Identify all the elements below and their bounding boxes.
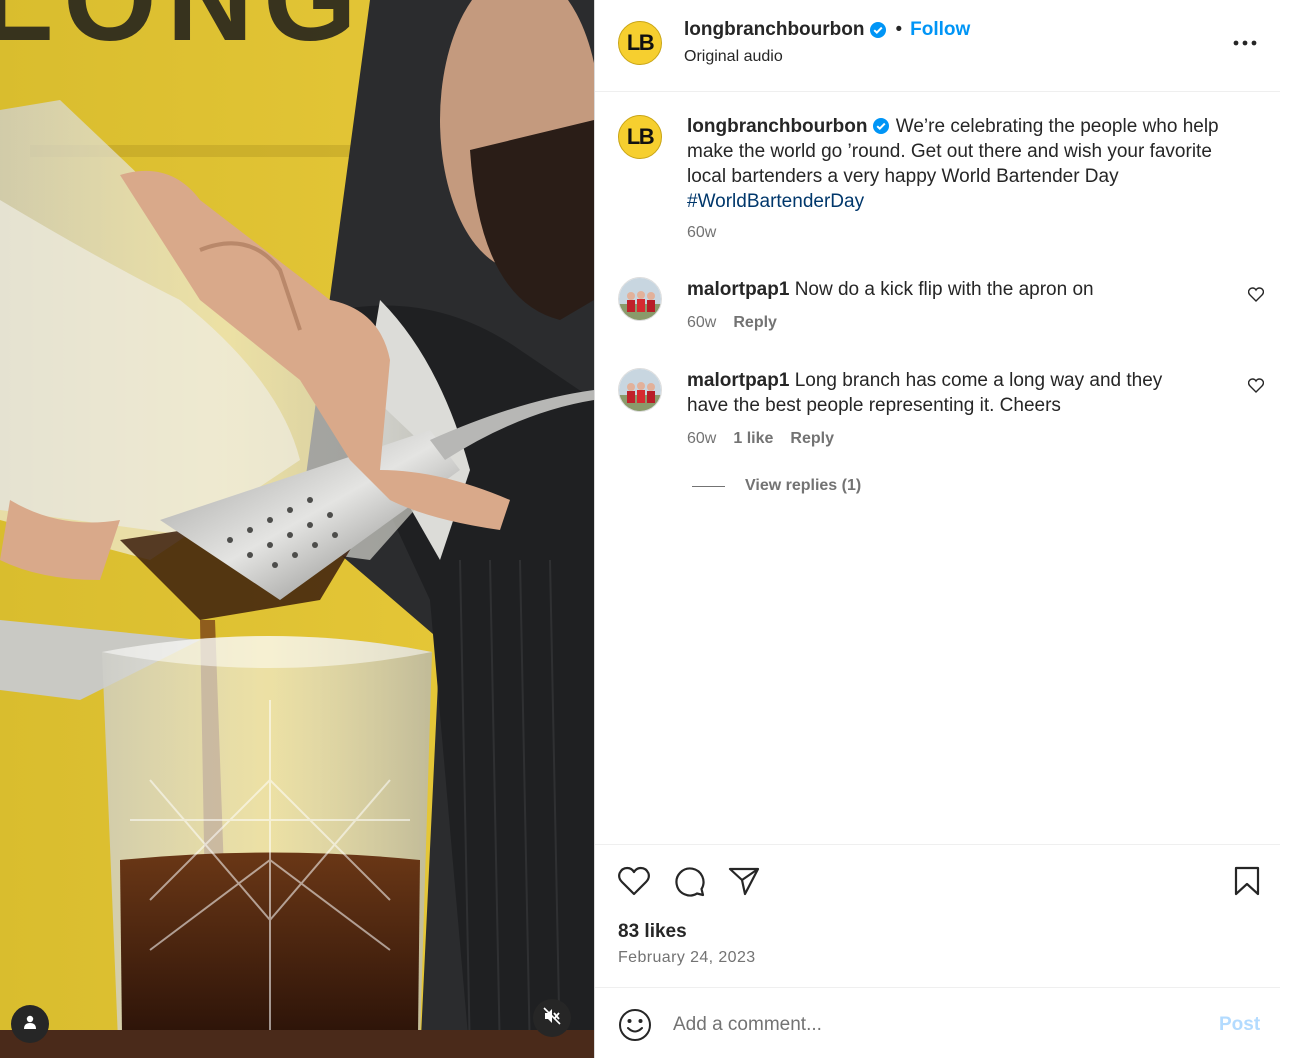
reply-button[interactable]: Reply <box>733 314 777 332</box>
comment-username[interactable]: malortpap1 <box>687 370 789 391</box>
comment-age[interactable]: 60w <box>687 430 716 448</box>
share-icon <box>728 866 760 901</box>
heart-icon <box>618 866 650 901</box>
caption-meta: 60w <box>687 224 716 242</box>
person-icon <box>22 1014 38 1035</box>
post-details-panel: LB longbranchbourbon • Follow Original a… <box>594 0 1280 1058</box>
author-avatar[interactable]: LB <box>618 21 662 65</box>
bookmark-icon <box>1234 866 1260 901</box>
emoji-icon <box>618 1009 652 1046</box>
post-comment-button[interactable]: Post <box>1219 1014 1260 1036</box>
heart-icon <box>1247 378 1265 398</box>
speaker-muted-icon <box>542 1006 562 1031</box>
comment-meta: 60w 1 like Reply <box>687 430 834 448</box>
comment-meta: 60w Reply <box>687 314 777 332</box>
post-media-video[interactable]: LONG <box>0 0 594 1058</box>
more-horizontal-icon <box>1233 33 1257 51</box>
post-actions: 83 likes February 24, 2023 <box>595 844 1280 987</box>
add-comment-bar: Post <box>595 987 1280 1058</box>
caption-text-block: longbranchbourbon We’re celebrating the … <box>687 114 1252 214</box>
comment-text: Now do a kick flip with the apron on <box>794 279 1094 300</box>
comments-section[interactable]: LB longbranchbourbon We’re celebrating t… <box>595 92 1280 844</box>
comment-button[interactable] <box>671 865 707 901</box>
more-options-button[interactable] <box>1231 30 1259 54</box>
view-replies-label: View replies (1) <box>745 477 862 494</box>
comment-like-button[interactable] <box>1246 287 1266 307</box>
heart-icon <box>1247 287 1265 307</box>
like-button[interactable] <box>616 865 652 901</box>
comment-like-button[interactable] <box>1246 378 1266 398</box>
commenter-avatar[interactable] <box>618 368 662 412</box>
comment-likes-count[interactable]: 1 like <box>733 430 773 448</box>
replies-divider-line <box>692 485 725 487</box>
comment-input[interactable] <box>673 1010 1193 1040</box>
caption-username[interactable]: longbranchbourbon <box>687 116 867 137</box>
backdrop-letters: LONG <box>0 0 367 66</box>
video-frame-image: LONG <box>0 0 594 1058</box>
follow-button[interactable]: Follow <box>910 19 970 41</box>
emoji-button[interactable] <box>618 1008 652 1042</box>
reply-button[interactable]: Reply <box>790 430 834 448</box>
author-username[interactable]: longbranchbourbon <box>684 19 864 41</box>
view-replies-button[interactable]: View replies (1) <box>692 477 861 495</box>
share-button[interactable] <box>726 865 762 901</box>
post-date[interactable]: February 24, 2023 <box>618 949 756 967</box>
verified-badge-icon <box>869 21 887 39</box>
caption-age[interactable]: 60w <box>687 224 716 242</box>
verified-badge-icon <box>872 117 890 135</box>
comment-text-block: malortpap1 Now do a kick flip with the a… <box>687 277 1252 302</box>
caption-hashtag[interactable]: #WorldBartenderDay <box>687 191 864 212</box>
save-button[interactable] <box>1229 865 1265 901</box>
comment-username[interactable]: malortpap1 <box>687 279 789 300</box>
tagged-people-button[interactable] <box>11 1005 49 1043</box>
mute-toggle-button[interactable] <box>533 999 571 1037</box>
commenter-avatar[interactable] <box>618 277 662 321</box>
header-user-line: longbranchbourbon • Follow <box>684 19 970 41</box>
comment-text-block: malortpap1 Long branch has come a long w… <box>687 368 1207 418</box>
post-header: LB longbranchbourbon • Follow Original a… <box>595 0 1280 92</box>
likes-count[interactable]: 83 likes <box>618 921 687 943</box>
audio-label[interactable]: Original audio <box>684 48 783 66</box>
caption-author-avatar[interactable]: LB <box>618 115 662 159</box>
comment-age[interactable]: 60w <box>687 314 716 332</box>
separator-dot: • <box>895 19 903 40</box>
comment-icon <box>673 865 705 902</box>
